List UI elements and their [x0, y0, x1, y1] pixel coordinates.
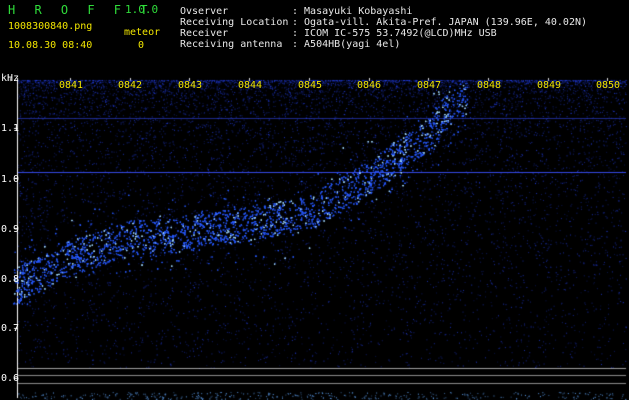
info-label-antenna: Receiving antenna	[180, 39, 283, 50]
info-value-location: : Ogata-vill. Akita-Pref. JAPAN (139.96E…	[292, 17, 588, 28]
x-tick-0845: 0845	[298, 80, 323, 91]
x-tick-0843: 0843	[178, 80, 203, 91]
y-tick-1.1: 1.1	[1, 123, 20, 134]
info-value-observer: : Masayuki Kobayashi	[292, 6, 413, 17]
info-label-location: Receiving Location	[180, 17, 289, 28]
file-name: 1008300840.png	[8, 21, 93, 32]
x-tick-0850: 0850	[596, 80, 621, 91]
y-unit-label: kHz	[1, 73, 20, 84]
app-version: 1.0.0	[125, 3, 159, 16]
x-tick-0844: 0844	[238, 80, 263, 91]
datetime: 10.08.30 08:40	[8, 40, 93, 51]
y-tick-1.0: 1.0	[1, 174, 20, 185]
x-tick-0841: 0841	[59, 80, 84, 91]
y-tick-0.8: 0.8	[1, 274, 20, 285]
meteor-label: meteor	[124, 27, 161, 38]
y-tick-0.7: 0.7	[1, 323, 20, 334]
x-tick-0846: 0846	[357, 80, 382, 91]
spectrogram-canvas	[0, 0, 629, 400]
x-tick-0847: 0847	[417, 80, 442, 91]
meteor-count: 0	[138, 40, 145, 51]
x-tick-0849: 0849	[537, 80, 562, 91]
info-label-receiver: Receiver	[180, 28, 229, 39]
info-value-antenna: : A504HB(yagi 4el)	[292, 39, 401, 50]
y-tick-0.9: 0.9	[1, 224, 20, 235]
x-tick-0842: 0842	[118, 80, 143, 91]
x-tick-0848: 0848	[477, 80, 502, 91]
info-value-receiver: : ICOM IC-575 53.7492(@LCD)MHz USB	[292, 28, 497, 39]
info-label-observer: Ovserver	[180, 6, 229, 17]
y-tick-0.6: 0.6	[1, 373, 20, 384]
